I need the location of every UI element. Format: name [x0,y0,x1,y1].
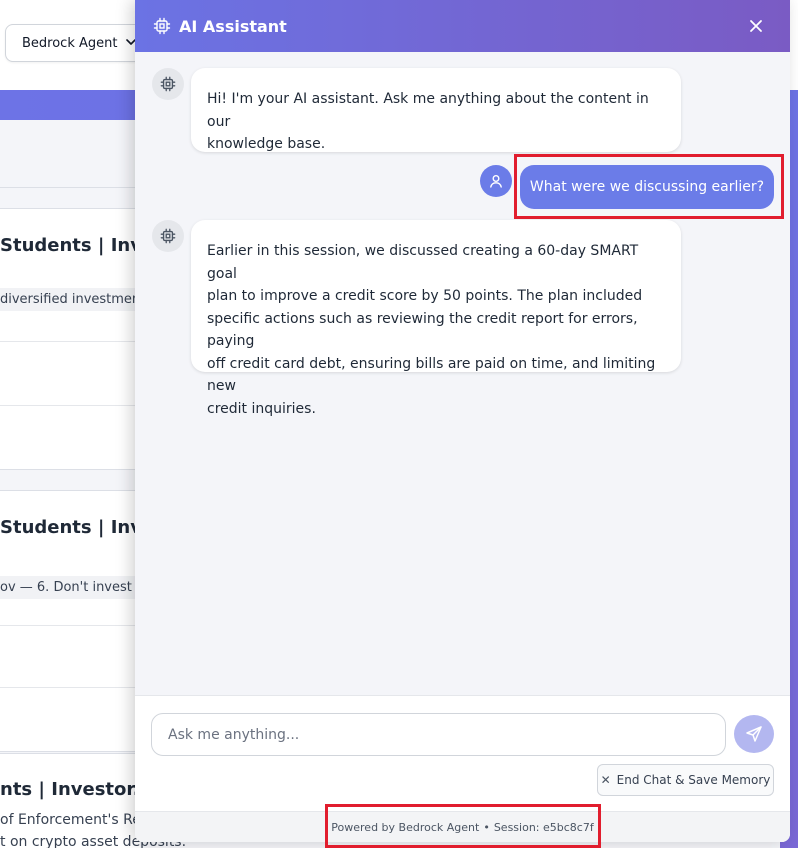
chip-icon [160,228,176,244]
divider [0,187,140,188]
end-chat-label: End Chat & Save Memory [616,773,771,787]
result-card[interactable]: Students | Inves ov — 6. Don't invest b [0,490,165,752]
assistant-avatar [152,220,184,252]
end-chat-button[interactable]: ✕ End Chat & Save Memory [597,764,774,796]
divider [0,687,140,688]
footer-separator: • [483,820,490,834]
message-list: Hi! I'm your AI assistant. Ask me anythi… [135,52,790,695]
user-message: What were we discussing earlier? [520,165,774,209]
result-snippet: diversified investment [0,288,145,311]
chip-icon [153,17,171,35]
chat-footer: Powered by Bedrock Agent • Session: e5bc… [135,811,790,842]
message-line: specific actions such as reviewing the c… [207,310,638,350]
chip-icon [160,76,176,92]
message-line: Hi! I'm your AI assistant. Ask me anythi… [207,91,649,130]
divider [0,625,140,626]
chat-panel: AI Assistant Hi! I'm your AI assistant. … [135,0,790,842]
user-icon [490,175,502,188]
result-snippet: ov — 6. Don't invest b [0,576,144,599]
agent-select[interactable]: Bedrock Agent [5,24,143,62]
message-line: plan to improve a credit score by 50 poi… [207,288,643,304]
send-icon [746,726,762,742]
result-card[interactable]: Students | Inves diversified investment [0,208,165,470]
chat-title: AI Assistant [179,16,287,36]
close-icon: ✕ [600,773,611,787]
user-avatar [480,165,512,197]
chat-header: AI Assistant [135,0,790,52]
divider [0,405,140,406]
assistant-avatar [152,68,184,100]
composer: ✕ End Chat & Save Memory [135,695,790,811]
close-button[interactable] [744,14,768,38]
powered-by-text: Powered by Bedrock Agent [331,820,480,834]
message-line: Earlier in this session, we discussed cr… [207,243,639,282]
assistant-message: Earlier in this session, we discussed cr… [191,220,681,417]
close-icon [750,20,762,32]
message-input[interactable] [151,713,726,756]
session-id: Session: e5bc8c7f [493,820,594,834]
message-line: knowledge base. [207,136,326,152]
message-line: off credit card debt, ensuring bills are… [207,355,656,395]
divider [0,341,140,342]
agent-select-label: Bedrock Agent [22,35,118,51]
result-snippet: of Enforcement's Ret [0,812,147,828]
send-button[interactable] [734,715,774,753]
assistant-message: Hi! I'm your AI assistant. Ask me anythi… [191,68,681,152]
result-card[interactable]: nts | Investor.go of Enforcement's Ret t… [0,753,186,848]
message-line: credit inquiries. [207,400,316,417]
